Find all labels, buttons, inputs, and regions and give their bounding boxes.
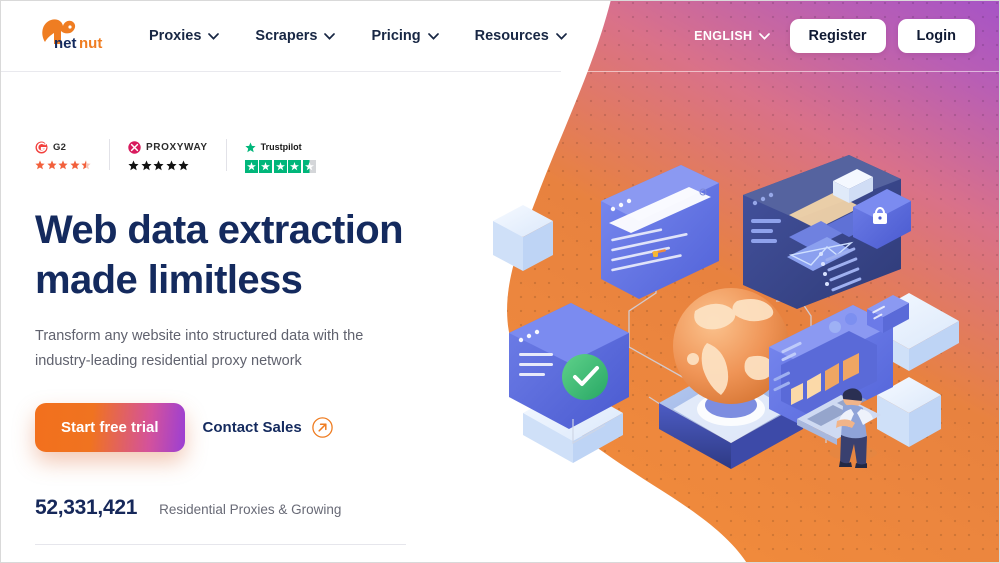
star-icon [140, 160, 152, 171]
main-navigation: Proxies Scrapers Pricing Resources [149, 1, 567, 71]
trustpilot-star-icon [245, 141, 256, 152]
nav-item-label: Resources [474, 28, 549, 44]
language-label: ENGLISH [694, 29, 753, 43]
nav-item-label: Pricing [371, 28, 421, 44]
header-divider-left [1, 71, 561, 72]
trustpilot-box-icon [244, 160, 258, 173]
star-icon [178, 160, 189, 171]
star-rating [35, 160, 91, 170]
login-button[interactable]: Login [897, 19, 975, 53]
rating-badge-g2[interactable]: G2 [35, 139, 110, 170]
chevron-down-icon [324, 32, 336, 40]
rating-badge-proxyway[interactable]: PROXYWAY [128, 139, 227, 171]
star-half-icon [81, 160, 91, 170]
star-icon [46, 160, 57, 170]
site-header: net nut Proxies Scrapers Pricing Resourc… [1, 1, 999, 71]
header-actions: ENGLISH Register Login [694, 1, 975, 71]
trustpilot-box-icon [273, 160, 287, 173]
trustpilot-box-icon [259, 160, 273, 173]
nav-item-resources[interactable]: Resources [475, 28, 567, 44]
headline-line-1: Web data extraction [35, 208, 404, 252]
subtitle-line-2: industry-leading residential proxy netwo… [35, 353, 302, 369]
nav-item-pricing[interactable]: Pricing [371, 28, 439, 44]
nav-item-scrapers[interactable]: Scrapers [255, 28, 336, 44]
arrow-up-right-circle-icon [311, 417, 333, 438]
trustpilot-rating [244, 160, 316, 173]
chevron-down-icon [208, 32, 220, 40]
stat-number: 52,331,421 [35, 496, 138, 519]
chevron-down-icon [427, 32, 439, 40]
contact-sales-link[interactable]: Contact Sales [203, 417, 333, 438]
chevron-down-icon [758, 32, 770, 40]
star-rating [128, 160, 189, 171]
contact-sales-label: Contact Sales [202, 419, 302, 436]
proxyway-logo-icon [128, 140, 141, 154]
badge-label: Trustpilot [260, 142, 302, 152]
star-icon [58, 160, 68, 170]
trustpilot-box-icon [288, 160, 302, 173]
page-title: Web data extraction made limitless [35, 205, 435, 305]
browser-window-search [601, 165, 719, 299]
chevron-down-icon [555, 32, 567, 40]
netnut-logo[interactable]: net nut [32, 14, 124, 54]
headline-line-2: made limitless [35, 258, 303, 302]
badge-label: G2 [53, 141, 67, 153]
hero-subtitle: Transform any website into structured da… [35, 324, 375, 374]
g2-logo-icon [35, 141, 48, 153]
stat-block: 52,331,421 Residential Proxies & Growing [35, 496, 435, 520]
nav-item-proxies[interactable]: Proxies [149, 28, 220, 44]
netnut-homepage-hero: net nut Proxies Scrapers Pricing Resourc… [0, 0, 1000, 563]
stat-divider [35, 544, 406, 545]
start-free-trial-button[interactable]: Start free trial [35, 403, 185, 452]
stat-label: Residential Proxies & Growing [159, 502, 342, 517]
star-icon [35, 160, 45, 170]
nav-item-label: Scrapers [255, 28, 318, 44]
rating-badges: G2 PROXYWAY Trustpilot [35, 139, 435, 185]
star-icon [153, 160, 164, 171]
subtitle-line-1: Transform any website into structured da… [35, 328, 364, 344]
language-selector[interactable]: ENGLISH [694, 29, 770, 43]
badge-label: PROXYWAY [146, 141, 208, 153]
nav-item-label: Proxies [149, 28, 202, 44]
hero-cta-row: Start free trial Contact Sales [35, 403, 435, 452]
rating-badge-trustpilot[interactable]: Trustpilot [244, 139, 332, 173]
trustpilot-box-half-icon [302, 160, 316, 173]
hero-content: G2 PROXYWAY Trustpilot Web data extracti… [35, 139, 435, 545]
star-icon [165, 160, 177, 171]
floating-cube-left-top [493, 205, 553, 271]
squirrel-logo-icon: net nut [42, 19, 102, 52]
isometric-web-data-illustration [493, 155, 959, 469]
star-icon [128, 160, 139, 171]
logo-text-nut: nut [79, 35, 102, 52]
logo-text-net: net [54, 35, 77, 52]
star-icon [69, 160, 80, 170]
register-button[interactable]: Register [789, 19, 886, 53]
